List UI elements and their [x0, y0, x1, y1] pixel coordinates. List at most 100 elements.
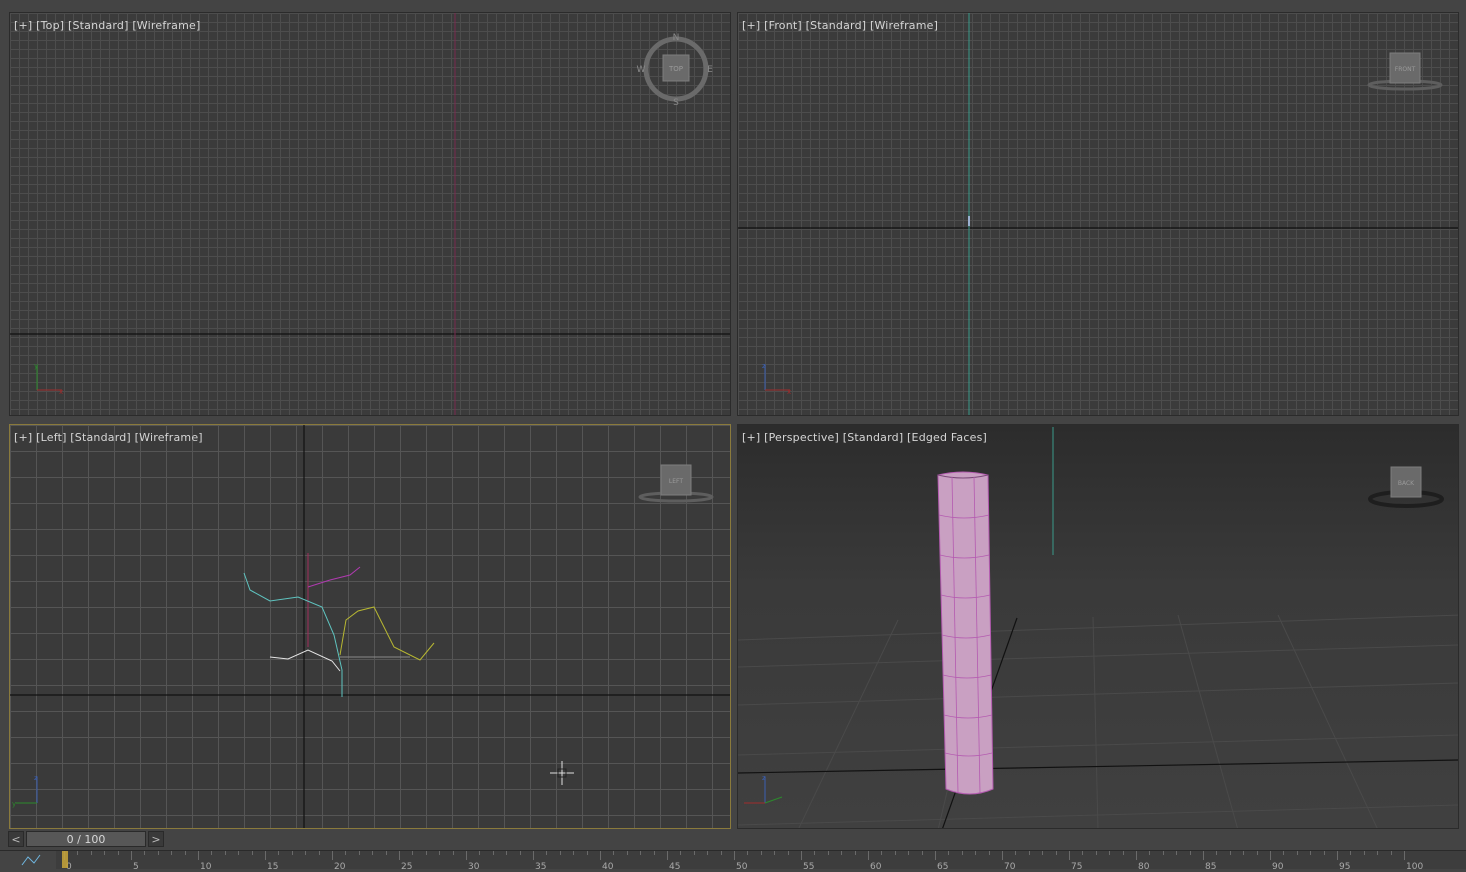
viewport-label[interactable]: [+] [Front] [Standard] [Wireframe]	[742, 19, 938, 32]
ruler-tick	[1296, 851, 1298, 855]
viewport-perspective-overlay: BACK z	[738, 427, 1458, 828]
axis-label-y: y	[12, 800, 16, 808]
ruler-tick	[278, 851, 280, 855]
ruler-tick-label: 60	[870, 862, 882, 872]
ruler-tick	[385, 851, 387, 855]
bone-rig[interactable]	[243, 553, 435, 697]
ruler-tick	[291, 851, 293, 855]
time-slider[interactable]: < 0 / 100 >	[8, 830, 728, 850]
viewport-front-overlay: FRONT z x	[738, 13, 1458, 415]
ruler-tick-label: 40	[602, 862, 614, 872]
viewport-menu-plus[interactable]: [+]	[14, 19, 32, 32]
viewport-perspective[interactable]: BACK z [+] [Perspective] [Standard] [Edg…	[737, 424, 1459, 829]
ruler-tick	[1323, 851, 1325, 855]
ruler-tick	[131, 851, 132, 860]
ruler-tick	[613, 851, 615, 855]
viewport-menu-plus[interactable]: [+]	[14, 431, 32, 444]
ruler-tick	[1176, 851, 1178, 855]
ruler-tick	[1028, 851, 1030, 855]
home-grid	[738, 614, 1458, 828]
viewport-point-of-view[interactable]: [Top]	[36, 19, 64, 32]
ruler-tick	[881, 851, 883, 855]
prev-frame-button[interactable]: <	[8, 831, 24, 847]
ruler-tick	[399, 851, 400, 860]
viewport-label[interactable]: [+] [Left] [Standard] [Wireframe]	[14, 431, 203, 444]
axis-label-x: x	[59, 388, 63, 396]
viewport-menu-plus[interactable]: [+]	[742, 19, 760, 32]
curve-editor-icon[interactable]	[18, 851, 58, 869]
ruler-tick	[894, 851, 896, 855]
viewcube-face-label: LEFT	[669, 478, 683, 485]
viewport-display-mode[interactable]: [Wireframe]	[135, 431, 203, 444]
ruler-tick	[251, 851, 253, 855]
viewport-display-mode[interactable]: [Edged Faces]	[907, 431, 987, 444]
ruler-tick-label: 90	[1272, 862, 1284, 872]
viewport-display-mode[interactable]: [Wireframe]	[132, 19, 200, 32]
ruler-tick	[640, 851, 642, 855]
ruler-tick	[868, 851, 869, 860]
ruler-tick	[104, 851, 106, 855]
cylinder-object[interactable]	[937, 471, 994, 795]
ruler-tick	[841, 851, 843, 855]
viewcube-face-label: BACK	[1398, 480, 1415, 487]
viewport-display-mode[interactable]: [Wireframe]	[870, 19, 938, 32]
ruler-tick-label: 45	[669, 862, 681, 872]
viewport-front[interactable]: FRONT z x [+] [Front] [Standard] [Wirefr…	[737, 12, 1459, 416]
ruler-tick	[720, 851, 722, 855]
track-bar[interactable]: 0 5 10 15 20 25 30 35 40 45 50 55 60 65 70 75 80 85 90 95 10…	[0, 850, 1466, 872]
ruler-tick	[238, 851, 240, 855]
next-frame-button[interactable]: >	[148, 831, 164, 847]
axis-label-y: y	[34, 362, 38, 370]
ruler-tick	[854, 851, 856, 855]
ruler-tick	[479, 851, 481, 855]
ruler-tick	[412, 851, 414, 855]
ruler-tick	[1216, 851, 1218, 855]
frame-ruler[interactable]: 0 5 10 15 20 25 30 35 40 45 50 55 60 65 70 75 80 85 90 95 10…	[56, 851, 1466, 872]
ruler-tick	[1256, 851, 1258, 855]
ruler-tick	[211, 851, 213, 855]
current-frame-marker[interactable]	[62, 851, 68, 868]
compass-west: W	[637, 65, 646, 75]
ruler-tick	[90, 851, 92, 855]
ruler-tick	[1189, 851, 1191, 855]
viewport-shading-standard[interactable]: [Standard]	[843, 431, 904, 444]
ruler-tick-label: 30	[468, 862, 480, 872]
ruler-tick	[77, 851, 79, 855]
ruler-tick	[157, 851, 159, 855]
viewport-top[interactable]: TOP N S E W y x [+] [Top] [Standard] [Wi…	[9, 12, 731, 416]
ruler-tick	[519, 851, 521, 855]
ruler-tick	[1229, 851, 1231, 855]
viewport-point-of-view[interactable]: [Front]	[764, 19, 802, 32]
viewport-shading-standard[interactable]: [Standard]	[806, 19, 867, 32]
ruler-tick	[747, 851, 749, 855]
ruler-tick	[439, 851, 441, 855]
ruler-tick	[680, 851, 682, 855]
ruler-tick-label: 25	[401, 862, 413, 872]
ruler-tick-label: 50	[736, 862, 748, 872]
ruler-tick	[1203, 851, 1204, 860]
ruler-tick	[1377, 851, 1379, 855]
crosshair-cursor-icon	[550, 761, 574, 785]
ruler-tick	[586, 851, 588, 855]
ruler-tick	[533, 851, 534, 860]
viewport-shading-standard[interactable]: [Standard]	[70, 431, 131, 444]
ruler-tick	[117, 851, 119, 855]
viewport-menu-plus[interactable]: [+]	[742, 431, 760, 444]
ruler-tick	[921, 851, 923, 855]
ruler-tick	[1310, 851, 1312, 855]
axis-tripod-icon	[36, 365, 62, 391]
time-slider-thumb[interactable]: 0 / 100	[26, 831, 146, 847]
viewport-label[interactable]: [+] [Perspective] [Standard] [Edged Face…	[742, 431, 987, 444]
ruler-tick	[265, 851, 266, 860]
viewport-left[interactable]: LEFT z y [+] [Left] [Standard] [Wirefram…	[9, 424, 731, 829]
viewport-point-of-view[interactable]: [Perspective]	[764, 431, 839, 444]
ruler-tick	[1122, 851, 1124, 855]
ruler-tick	[506, 851, 508, 855]
viewport-shading-standard[interactable]: [Standard]	[68, 19, 129, 32]
ruler-tick	[1042, 851, 1044, 855]
viewport-label[interactable]: [+] [Top] [Standard] [Wireframe]	[14, 19, 200, 32]
ruler-tick	[1109, 851, 1111, 855]
viewport-point-of-view[interactable]: [Left]	[36, 431, 66, 444]
ruler-tick-label: 85	[1205, 862, 1217, 872]
ruler-tick-label: 55	[803, 862, 815, 872]
